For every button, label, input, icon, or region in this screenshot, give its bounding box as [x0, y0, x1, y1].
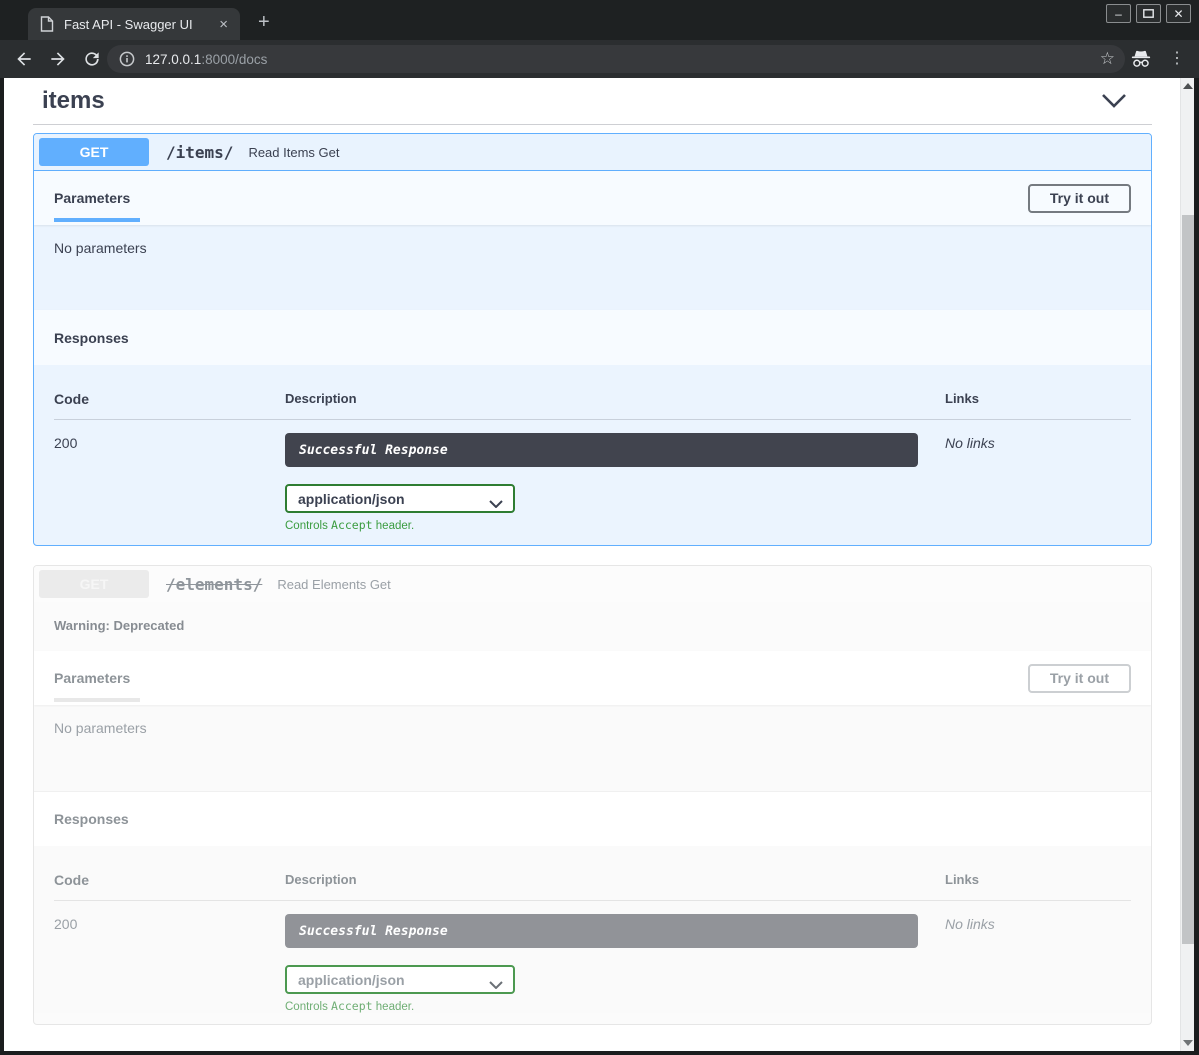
response-row: 200 Successful Response application/json…	[54, 433, 1131, 532]
deprecated-warning-wrap: Warning: Deprecated	[34, 602, 1151, 651]
responses-header: Responses	[34, 791, 1151, 846]
method-badge: GET	[39, 138, 149, 166]
responses-header: Responses	[34, 310, 1151, 365]
accept-header-note: Controls Accept header.	[285, 999, 945, 1013]
scrollbar-thumb[interactable]	[1182, 215, 1194, 944]
operation-get-items: GET /items/ Read Items Get Parameters Tr…	[33, 133, 1152, 546]
response-code: 200	[54, 433, 285, 532]
section-title: items	[42, 87, 105, 115]
description-column-header: Description	[285, 391, 945, 409]
description-column-header: Description	[285, 872, 945, 890]
try-it-out-button[interactable]: Try it out	[1028, 664, 1131, 693]
active-tab-underline	[54, 218, 140, 222]
deprecated-warning: Warning: Deprecated	[54, 618, 184, 633]
responses-table: Code Description Links 200 Successful Re…	[34, 365, 1151, 532]
tab-strip: Fast API - Swagger UI × + – ✕	[0, 0, 1199, 40]
response-links: No links	[945, 433, 995, 532]
minimize-button[interactable]: –	[1106, 4, 1131, 23]
tab-title: Fast API - Swagger UI	[64, 17, 215, 32]
operation-get-elements-deprecated: GET /elements/ Read Elements Get Warning…	[33, 565, 1152, 1025]
incognito-icon	[1130, 49, 1152, 69]
page-content: items GET /items/ Read Items Get Paramet…	[4, 78, 1194, 1051]
accept-header-note: Controls Accept header.	[285, 518, 945, 532]
response-row: 200 Successful Response application/json…	[54, 914, 1131, 1013]
scroll-down-arrow-icon[interactable]	[1183, 1040, 1193, 1046]
forward-icon[interactable]	[48, 49, 68, 69]
parameters-header: Parameters Try it out	[34, 171, 1151, 225]
media-type-select[interactable]: application/json	[285, 965, 515, 994]
maximize-button[interactable]	[1136, 4, 1161, 23]
links-column-header: Links	[945, 391, 979, 409]
browser-menu-icon[interactable]: ⋮	[1169, 48, 1181, 70]
tab-close-icon[interactable]: ×	[215, 15, 232, 34]
url-path: :8000/docs	[201, 52, 267, 67]
links-column-header: Links	[945, 872, 979, 890]
parameters-tab[interactable]: Parameters	[54, 190, 130, 206]
responses-label: Responses	[54, 330, 129, 346]
operation-path: /elements/	[166, 575, 262, 594]
url-bar[interactable]: 127.0.0.1:8000/docs ☆	[107, 45, 1125, 73]
browser-toolbar: 127.0.0.1:8000/docs ☆ ⋮	[0, 40, 1199, 78]
chevron-down-icon	[489, 976, 503, 984]
response-links: No links	[945, 914, 995, 1013]
responses-table: Code Description Links 200 Successful Re…	[34, 846, 1151, 1013]
browser-tab[interactable]: Fast API - Swagger UI ×	[28, 8, 240, 40]
window-controls: – ✕	[1106, 4, 1191, 23]
operation-path: /items/	[166, 143, 233, 162]
media-type-select[interactable]: application/json	[285, 484, 515, 513]
no-parameters-text: No parameters	[34, 705, 1151, 791]
url-text[interactable]: 127.0.0.1:8000/docs	[145, 52, 267, 67]
operation-summary: Read Elements Get	[277, 577, 390, 592]
page-favicon-icon	[40, 16, 54, 32]
section-divider	[33, 124, 1152, 125]
section-collapse-chevron-icon[interactable]	[1101, 93, 1127, 109]
site-info-icon[interactable]	[119, 51, 135, 67]
active-tab-underline	[54, 698, 140, 702]
bookmark-star-icon[interactable]: ☆	[1100, 49, 1115, 69]
response-description-box: Successful Response	[285, 433, 918, 467]
url-host: 127.0.0.1	[145, 52, 201, 67]
new-tab-button[interactable]: +	[258, 12, 270, 32]
parameters-tab[interactable]: Parameters	[54, 670, 130, 686]
response-description-box: Successful Response	[285, 914, 918, 948]
media-type-value: application/json	[298, 972, 405, 988]
operation-summary: Read Items Get	[248, 145, 339, 160]
parameters-header: Parameters Try it out	[34, 651, 1151, 705]
media-type-value: application/json	[298, 491, 405, 507]
chevron-down-icon	[489, 495, 503, 503]
operation-header[interactable]: GET /items/ Read Items Get	[34, 134, 1151, 171]
table-divider	[54, 900, 1131, 901]
page-scrollbar[interactable]	[1180, 78, 1194, 1051]
window-border-left	[0, 78, 4, 1055]
back-icon[interactable]	[14, 49, 34, 69]
code-column-header: Code	[54, 391, 285, 409]
code-column-header: Code	[54, 872, 285, 890]
table-divider	[54, 419, 1131, 420]
no-parameters-text: No parameters	[34, 225, 1151, 310]
window-border-bottom	[0, 1051, 1199, 1055]
response-code: 200	[54, 914, 285, 1013]
try-it-out-button[interactable]: Try it out	[1028, 184, 1131, 213]
scroll-up-arrow-icon[interactable]	[1183, 83, 1193, 89]
responses-label: Responses	[54, 811, 129, 827]
method-badge: GET	[39, 570, 149, 598]
reload-icon[interactable]	[82, 49, 102, 69]
operation-header[interactable]: GET /elements/ Read Elements Get	[34, 566, 1151, 602]
close-button[interactable]: ✕	[1166, 4, 1191, 23]
window-border-right	[1194, 78, 1199, 1055]
